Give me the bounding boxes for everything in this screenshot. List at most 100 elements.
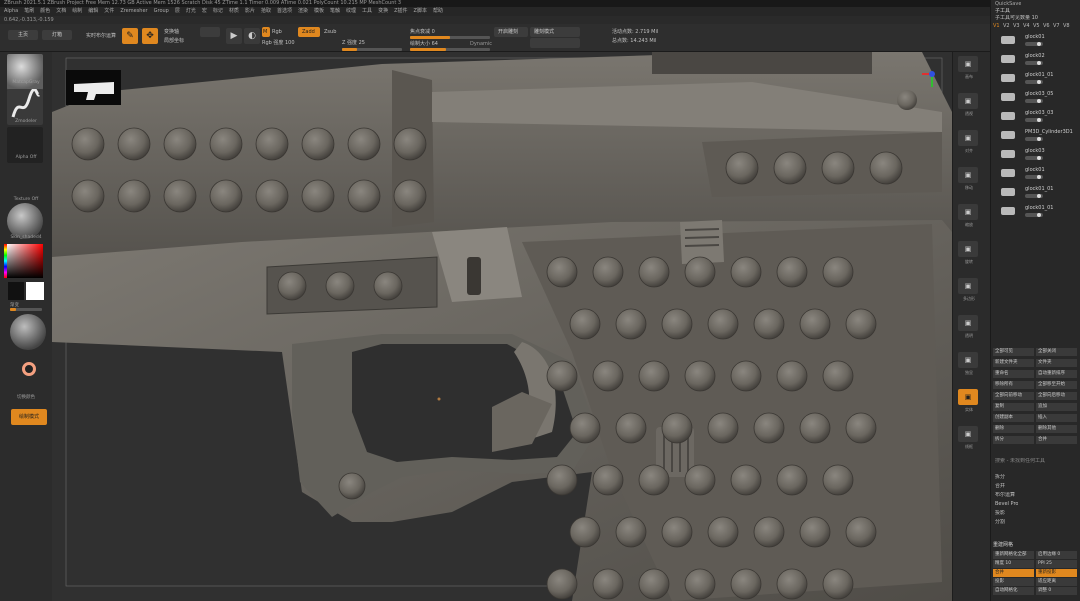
action-button[interactable]: 移除所有: [993, 381, 1034, 389]
action-button[interactable]: 合并: [1036, 436, 1077, 444]
menu-item[interactable]: 模板: [314, 8, 324, 14]
action-button[interactable]: 复制: [993, 403, 1034, 411]
quicksave-button[interactable]: QuickSave: [995, 1, 1021, 7]
menu-item[interactable]: 层: [175, 8, 180, 14]
strip-button[interactable]: ▣: [958, 389, 978, 405]
action-button[interactable]: 创建副本: [993, 414, 1034, 422]
action-button[interactable]: 文件夹: [1036, 359, 1077, 367]
menu-item[interactable]: 文档: [56, 8, 66, 14]
subtool-item[interactable]: glock03_05: [995, 90, 1077, 108]
op-button[interactable]: 布尔运算: [995, 492, 1015, 498]
subtool-visibility-toggle[interactable]: [1025, 213, 1043, 217]
gradient-slider[interactable]: [10, 308, 42, 311]
subtool-visibility-toggle[interactable]: [1025, 118, 1043, 122]
visibility-tab[interactable]: V4: [1023, 23, 1030, 29]
action-button[interactable]: 全部移至开始: [1036, 381, 1077, 389]
strip-button[interactable]: ▣: [958, 426, 978, 442]
menu-item[interactable]: 颜色: [40, 8, 50, 14]
menu-item[interactable]: 笔刷: [24, 8, 34, 14]
z-intensity-track[interactable]: [342, 48, 402, 51]
remesh-control[interactable]: 启用边缘 0: [1036, 551, 1077, 559]
subtool-visibility-toggle[interactable]: [1025, 80, 1043, 84]
op-button[interactable]: 分割: [995, 519, 1005, 525]
matcap-sphere[interactable]: [10, 314, 46, 350]
remesh-control[interactable]: PPI 25: [1036, 560, 1077, 568]
focal-shift-slider[interactable]: 焦点衰减 0: [410, 29, 435, 35]
menu-item[interactable]: 影片: [245, 8, 255, 14]
menu-item[interactable]: Group: [154, 8, 169, 14]
action-button[interactable]: 重命名: [993, 370, 1034, 378]
menu-item[interactable]: 首选项: [277, 8, 292, 14]
subtool-item[interactable]: PM3D_Cylinder3D1: [995, 128, 1077, 146]
rgb-button[interactable]: Rgb: [272, 29, 282, 35]
strip-button[interactable]: ▣: [958, 93, 978, 109]
strip-button[interactable]: ▣: [958, 278, 978, 294]
op-button[interactable]: 投影: [995, 510, 1005, 516]
action-button[interactable]: 全部可见: [993, 348, 1034, 356]
menu-item[interactable]: 材质: [229, 8, 239, 14]
action-button[interactable]: 删除其他: [1036, 425, 1077, 433]
transform-axis-button[interactable]: 变换轴: [164, 29, 179, 35]
action-button[interactable]: 全部向后移动: [1036, 392, 1077, 400]
visibility-tab[interactable]: V1: [993, 23, 1000, 29]
visibility-tab[interactable]: V6: [1043, 23, 1050, 29]
subtool-item[interactable]: glock01_01: [995, 71, 1077, 89]
action-button[interactable]: 追加: [1036, 403, 1077, 411]
op-button[interactable]: 合并: [995, 483, 1005, 489]
visibility-tab[interactable]: V2: [1003, 23, 1010, 29]
sculpt-toggle[interactable]: 开启雕刻: [494, 27, 528, 37]
action-button[interactable]: 全部向前移动: [993, 392, 1034, 400]
remesh-control[interactable]: 自动网格化: [993, 587, 1034, 595]
subtool-visibility-toggle[interactable]: [1025, 61, 1043, 65]
menu-item[interactable]: 笔触: [330, 8, 340, 14]
action-button[interactable]: 自动重新排序: [1036, 370, 1077, 378]
menu-item[interactable]: 灯光: [186, 8, 196, 14]
color-picker[interactable]: [7, 244, 43, 278]
home-tab[interactable]: 主页: [8, 30, 38, 40]
strip-button[interactable]: ▣: [958, 56, 978, 72]
sculpt-mode-select[interactable]: 雕刻模式: [530, 27, 580, 37]
menu-item[interactable]: Zremesher: [120, 8, 147, 14]
subtool-visibility-toggle[interactable]: [1025, 99, 1043, 103]
remesh-control[interactable]: 合并: [993, 569, 1034, 577]
draw-size-track[interactable]: [410, 48, 490, 51]
strip-button[interactable]: ▣: [958, 352, 978, 368]
remesh-control[interactable]: 重新网格化全部: [993, 551, 1034, 559]
subtool-visibility-toggle[interactable]: [1025, 42, 1043, 46]
menu-item[interactable]: Z插件: [394, 8, 407, 14]
action-button[interactable]: 全部关闭: [1036, 348, 1077, 356]
rgb-intensity-slider[interactable]: Rgb 强度 100: [262, 40, 295, 46]
remesh-control[interactable]: 投影: [993, 578, 1034, 586]
menu-item[interactable]: 帮助: [433, 8, 443, 14]
lightbox-tab[interactable]: 灯箱: [42, 30, 72, 40]
action-button[interactable]: 删除: [993, 425, 1034, 433]
remesh-control[interactable]: 适应距离: [1036, 578, 1077, 586]
z-intensity-slider[interactable]: Z 强度 25: [342, 40, 365, 46]
record-icon[interactable]: [22, 362, 36, 376]
subtool-item[interactable]: glock03_03: [995, 109, 1077, 127]
menu-item[interactable]: 编辑: [88, 8, 98, 14]
visibility-tab[interactable]: V5: [1033, 23, 1040, 29]
draw-icon[interactable]: ✥: [142, 28, 158, 44]
action-button[interactable]: 插入: [1036, 414, 1077, 422]
subtool-item[interactable]: glock01: [995, 166, 1077, 184]
zadd-button[interactable]: Zadd: [298, 27, 320, 37]
subtool-search[interactable]: 搜索 - 未找到任何工具: [995, 458, 1045, 464]
subtool-item[interactable]: glock03: [995, 147, 1077, 165]
strip-button[interactable]: ▣: [958, 241, 978, 257]
focal-shift-track[interactable]: [410, 36, 490, 39]
subtool-visibility-toggle[interactable]: [1025, 156, 1043, 160]
remesh-section-title[interactable]: 重建网格: [993, 541, 1079, 548]
subtool-item[interactable]: glock01: [995, 33, 1077, 51]
remesh-control[interactable]: 调整 0: [1036, 587, 1077, 595]
live-boolean-button[interactable]: 实时布尔运算: [86, 33, 116, 39]
menu-item[interactable]: 标记: [213, 8, 223, 14]
subtool-visibility-toggle[interactable]: [1025, 194, 1043, 198]
extra-select[interactable]: [530, 38, 580, 48]
draw-size-slider[interactable]: 绘制大小 64: [410, 41, 438, 47]
action-button[interactable]: 拆分: [993, 436, 1034, 444]
menu-item[interactable]: 纹理: [346, 8, 356, 14]
menu-item[interactable]: 工具: [362, 8, 372, 14]
menu-item[interactable]: 渲染: [298, 8, 308, 14]
secondary-color-swatch[interactable]: [8, 282, 24, 300]
